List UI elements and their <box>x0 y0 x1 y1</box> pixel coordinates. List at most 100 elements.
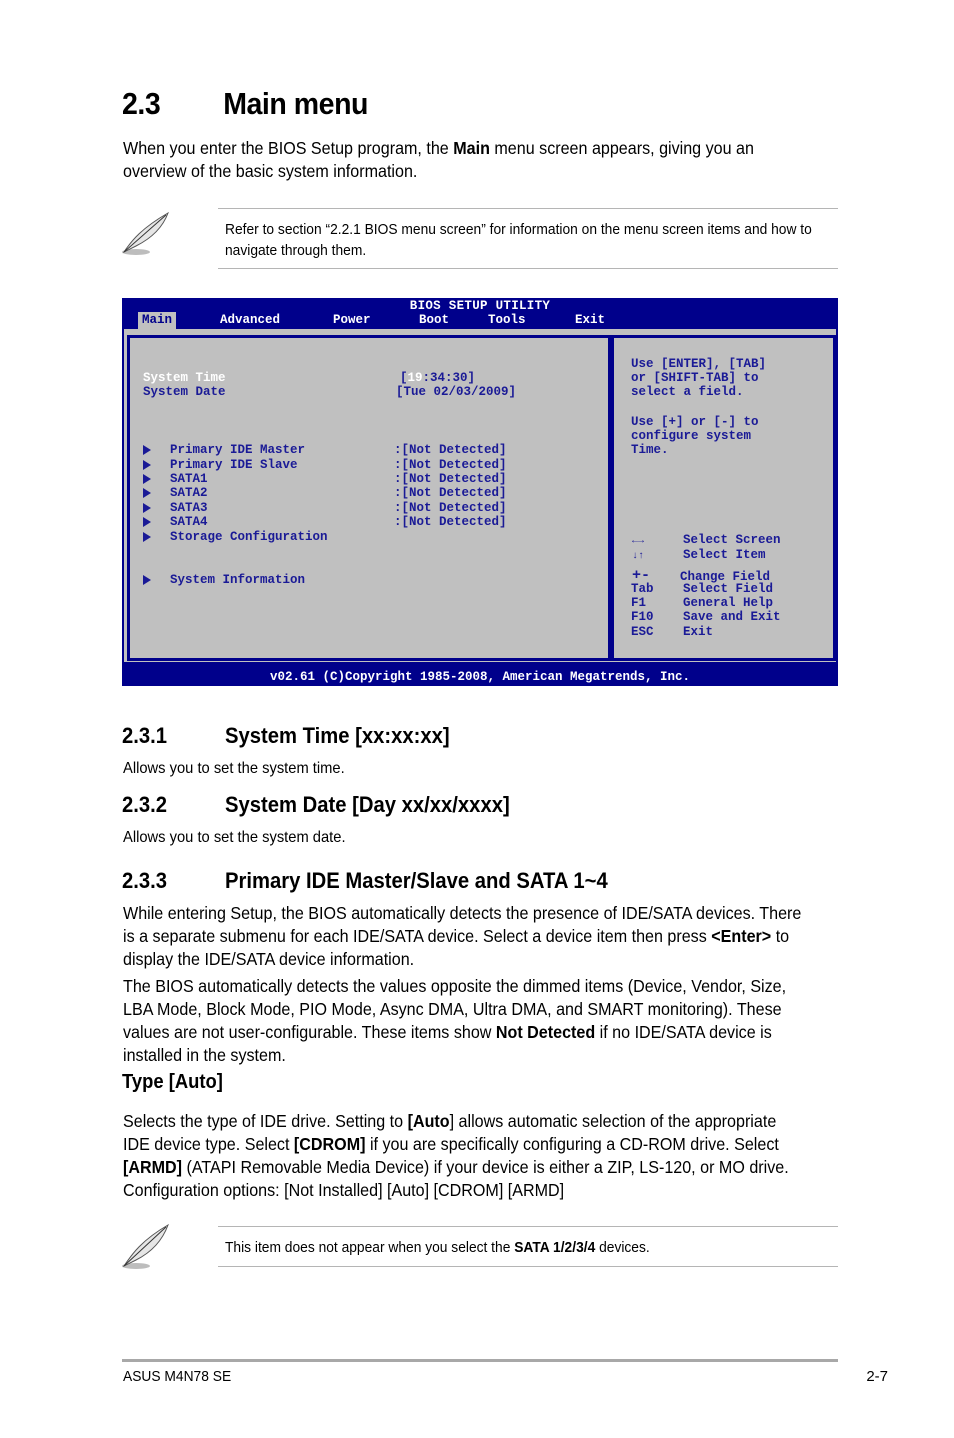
section-heading: 2.3 Main menu <box>122 86 368 122</box>
help-line: Use [ENTER], [TAB] <box>631 357 767 371</box>
submenu-arrow-icon <box>143 488 151 498</box>
device-label[interactable]: Storage Configuration <box>170 530 328 544</box>
system-time-value[interactable]: [19:34:30] <box>400 371 475 385</box>
cdrom-bold: [CDROM] <box>293 1134 366 1154</box>
note-text-part: devices. <box>595 1239 650 1256</box>
plus-minus-key: +- <box>632 567 651 584</box>
help-line: configure system <box>631 429 752 443</box>
device-value: :[Not Detected] <box>394 472 507 486</box>
note-rule-bottom <box>218 1266 838 1267</box>
type-paragraph: Selects the type of IDE drive. Setting t… <box>123 1110 804 1202</box>
submenu-arrow-icon <box>143 474 151 484</box>
submenu-arrow-icon <box>143 517 151 527</box>
device-value: :[Not Detected] <box>394 458 507 472</box>
paragraph-text: Selects the type of IDE drive. Setting t… <box>123 1111 408 1131</box>
subsection-heading-ide-sata: 2.3.3 Primary IDE Master/Slave and SATA 1… <box>122 868 608 894</box>
device-label[interactable]: Primary IDE Slave <box>170 458 298 472</box>
help-line: Use [+] or [-] to <box>631 415 759 429</box>
subsection-title: Primary IDE Master/Slave and SATA 1~4 <box>225 868 608 893</box>
system-time-label[interactable]: System Time <box>143 371 226 385</box>
bios-body: System Time [19:34:30] System Date [Tue … <box>124 329 836 662</box>
system-date-value[interactable]: [Tue 02/03/2009] <box>396 385 516 399</box>
tab-advanced[interactable]: Advanced <box>216 312 284 329</box>
subsection-heading-system-time: 2.3.1 System Time [xx:xx:xx] <box>122 723 450 749</box>
ide-sata-paragraph-2: The BIOS automatically detects the value… <box>123 975 804 1067</box>
time-rest: :34:30] <box>422 371 476 385</box>
device-label[interactable]: Primary IDE Master <box>170 443 305 457</box>
footer-rule <box>122 1359 838 1362</box>
submenu-arrow-icon <box>143 532 151 542</box>
key-name: F10 <box>631 610 654 624</box>
paragraph-text: (ATAPI Removable Media Device) if your d… <box>123 1157 789 1200</box>
key-action: Select Item <box>683 548 766 562</box>
bios-copyright: v02.61 (C)Copyright 1985-2008, American … <box>269 670 691 684</box>
section-number: 2.3 <box>122 86 161 121</box>
device-value: :[Not Detected] <box>394 443 507 457</box>
enter-key-bold: <Enter> <box>711 926 772 946</box>
note-text: This item does not appear when you selec… <box>225 1237 814 1258</box>
key-action: Save and Exit <box>683 610 781 624</box>
note-rule-top <box>218 1226 838 1227</box>
up-down-arrows-icon: ↓↑ <box>632 551 645 562</box>
intro-paragraph: When you enter the BIOS Setup program, t… <box>123 137 804 183</box>
note-rule-top <box>218 208 838 209</box>
system-information-item[interactable]: System Information <box>170 573 305 587</box>
feather-pen-icon <box>122 1223 169 1269</box>
subsection-number: 2.3.2 <box>122 792 168 817</box>
device-label[interactable]: SATA3 <box>170 501 208 515</box>
tab-exit[interactable]: Exit <box>571 312 609 329</box>
device-label[interactable]: SATA2 <box>170 486 208 500</box>
armd-bold: [ARMD] <box>123 1157 183 1177</box>
device-value: :[Not Detected] <box>394 515 507 529</box>
submenu-arrow-icon <box>143 460 151 470</box>
bios-screen: BIOS SETUP UTILITY Main Advanced Power B… <box>122 298 838 686</box>
subsection-title: System Date [Day xx/xx/xxxx] <box>225 792 510 817</box>
key-action: Exit <box>683 625 714 639</box>
note-text-part: This item does not appear when you selec… <box>225 1239 515 1256</box>
subsection-title: System Time [xx:xx:xx] <box>225 723 450 748</box>
system-date-description: Allows you to set the system date. <box>123 829 346 846</box>
type-heading: Type [Auto] <box>122 1071 223 1093</box>
subsection-number: 2.3.1 <box>122 723 168 748</box>
key-action: Select Field <box>683 582 774 596</box>
help-line: Time. <box>631 443 669 457</box>
device-label[interactable]: SATA1 <box>170 472 208 486</box>
help-line: or [SHIFT-TAB] to <box>631 371 759 385</box>
bracket-open: [ <box>400 371 408 385</box>
system-time-description: Allows you to set the system time. <box>123 760 345 777</box>
tab-power[interactable]: Power <box>329 312 375 329</box>
submenu-arrow-icon <box>143 575 151 585</box>
intro-bold: Main <box>453 138 490 158</box>
paragraph-text: While entering Setup, the BIOS automatic… <box>123 903 802 946</box>
system-date-label[interactable]: System Date <box>143 385 226 399</box>
sata-bold: SATA 1/2/3/4 <box>514 1239 596 1256</box>
product-name: ASUS M4N78 SE <box>123 1368 232 1385</box>
ide-sata-paragraph-1: While entering Setup, the BIOS automatic… <box>123 902 804 971</box>
key-name: F1 <box>631 596 647 610</box>
key-action: Select Screen <box>683 533 781 547</box>
device-label[interactable]: SATA4 <box>170 515 208 529</box>
submenu-arrow-icon <box>143 503 151 513</box>
subsection-number: 2.3.3 <box>122 868 168 893</box>
not-detected-bold: Not Detected <box>495 1022 596 1042</box>
device-value: :[Not Detected] <box>394 501 507 515</box>
submenu-arrow-icon <box>143 445 151 455</box>
tab-main[interactable]: Main <box>138 312 177 329</box>
tab-tools[interactable]: Tools <box>484 312 530 329</box>
key-action: General Help <box>683 596 774 610</box>
auto-bold: [Auto <box>407 1111 450 1131</box>
help-line: select a field. <box>631 385 744 399</box>
device-value: :[Not Detected] <box>394 486 507 500</box>
note-text: Refer to section “2.2.1 BIOS menu screen… <box>225 221 812 259</box>
page-number: 2-7 <box>866 1368 888 1385</box>
tab-boot[interactable]: Boot <box>415 312 453 329</box>
hour-field[interactable]: 19 <box>408 371 423 385</box>
subsection-heading-system-date: 2.3.2 System Date [Day xx/xx/xxxx] <box>122 792 510 818</box>
left-right-arrows-icon: ←→ <box>632 536 645 547</box>
key-name: Tab <box>631 582 654 596</box>
key-name: ESC <box>631 625 654 639</box>
bios-title: BIOS SETUP UTILITY <box>409 299 551 313</box>
intro-text: When you enter the BIOS Setup program, t… <box>123 138 454 158</box>
paragraph-text: if you are specifically configuring a CD… <box>365 1134 779 1154</box>
section-title: Main menu <box>223 86 369 121</box>
